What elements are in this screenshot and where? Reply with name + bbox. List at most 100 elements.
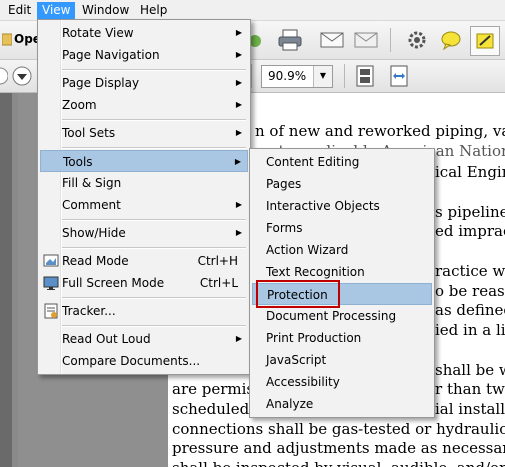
submenu-item-document-processing[interactable]: Document Processing [252,305,432,327]
mail-icon[interactable] [353,27,379,53]
menu-item-label: Tracker... [62,304,116,318]
document-line: ical Engine [435,163,505,181]
menu-item-label: Accessibility [266,375,340,389]
document-line: ial installat [435,400,505,418]
menu-separator [62,219,246,221]
menu-item-label: Interactive Objects [266,199,380,213]
submenu-arrow-icon: ▶ [235,78,242,87]
read-mode-icon [43,253,59,269]
menu-item-label: Read Mode [62,254,129,268]
submenu-arrow-icon: ▶ [235,228,242,237]
full-screen-icon [43,275,59,291]
submenu-arrow-icon: ▶ [235,128,242,137]
submenu-item-accessibility[interactable]: Accessibility [252,371,432,393]
menu-item-tools[interactable]: Tools ▶ [40,150,248,172]
menu-item-label: JavaScript [266,353,327,367]
menu-item-rotate-view[interactable]: Rotate View ▶ [40,22,248,44]
toolbar-divider [390,28,391,52]
submenu-item-content-editing[interactable]: Content Editing [252,151,432,173]
toolbar-divider [251,64,252,88]
menu-item-tool-sets[interactable]: Tool Sets ▶ [40,122,248,144]
fit-width-icon[interactable] [387,64,411,88]
document-line: ied in a list [435,321,505,339]
zoom-select[interactable]: 90.9% ▼ [261,65,333,88]
menu-item-label: Rotate View [62,26,134,40]
menu-bar: Edit View Window Help [0,0,505,21]
menu-item-read-out-loud[interactable]: Read Out Loud ▶ [40,328,248,350]
submenu-item-javascript[interactable]: JavaScript [252,349,432,371]
document-line: ed impractic [435,222,505,240]
menu-item-shortcut: Ctrl+L [199,276,238,290]
menu-separator [62,247,246,249]
document-line: ractice will [435,262,505,280]
menu-window[interactable]: Window [77,2,134,19]
menu-item-shortcut: Ctrl+H [197,254,238,268]
menu-edit[interactable]: Edit [3,2,36,19]
menu-item-page-display[interactable]: Page Display ▶ [40,72,248,94]
email-icon[interactable] [319,27,345,53]
submenu-item-analyze[interactable]: Analyze [252,393,432,415]
submenu-arrow-icon: ▶ [235,200,242,209]
submenu-item-forms[interactable]: Forms [252,217,432,239]
page-down-icon[interactable] [11,65,33,87]
tracker-icon [43,303,59,319]
menu-item-label: Tool Sets [62,126,116,140]
open-folder-icon[interactable] [1,30,13,48]
menu-item-label: Action Wizard [266,243,349,257]
comment-icon[interactable] [438,27,464,53]
menu-item-full-screen-mode[interactable]: Full Screen Mode Ctrl+L [40,272,248,294]
menu-item-label: Content Editing [266,155,360,169]
submenu-arrow-icon: ▶ [235,50,242,59]
menu-item-label: Read Out Loud [62,332,151,346]
document-line: pressure and adjustments made as necessa… [172,439,505,457]
menu-item-page-navigation[interactable]: Page Navigation ▶ [40,44,248,66]
menu-item-label: Forms [266,221,303,235]
submenu-arrow-icon: ▶ [235,28,242,37]
document-line: n of new and reworked piping, valves, p [255,122,505,140]
menu-item-tracker[interactable]: Tracker... [40,300,248,322]
menu-item-label: Fill & Sign [62,176,122,190]
menu-item-label: Pages [266,177,302,191]
submenu-arrow-icon: ▶ [235,100,242,109]
highlight-callout-box [256,280,340,308]
chevron-down-icon[interactable]: ▼ [313,66,332,87]
menu-item-read-mode[interactable]: Read Mode Ctrl+H [40,250,248,272]
zoom-value: 90.9% [268,69,307,83]
submenu-arrow-icon: ▶ [234,157,241,166]
fit-page-icon[interactable] [353,64,377,88]
menu-item-label: Compare Documents... [62,354,201,368]
menu-separator [62,147,246,149]
menu-separator [62,119,246,121]
submenu-item-pages[interactable]: Pages [252,173,432,195]
menu-item-zoom[interactable]: Zoom ▶ [40,94,248,116]
document-line: shall be inspected by visual, audible, a… [172,457,505,467]
submenu-item-print-production[interactable]: Print Production [252,327,432,349]
menu-item-comment[interactable]: Comment ▶ [40,194,248,216]
menu-item-show-hide[interactable]: Show/Hide ▶ [40,222,248,244]
submenu-item-action-wizard[interactable]: Action Wizard [252,239,432,261]
menu-item-label: Zoom [62,98,97,112]
menu-item-label: Page Navigation [62,48,160,62]
toolbar-divider [344,64,345,88]
menu-item-label: Show/Hide [62,226,126,240]
menu-separator [62,325,246,327]
menu-item-label: Analyze [266,397,314,411]
menu-item-label: Comment [62,198,121,212]
submenu-item-interactive-objects[interactable]: Interactive Objects [252,195,432,217]
submenu-arrow-icon: ▶ [235,334,242,343]
sign-icon[interactable] [470,26,500,56]
menu-help[interactable]: Help [135,2,172,19]
menu-item-label: Full Screen Mode [62,276,165,290]
print-icon[interactable] [277,27,303,53]
menu-separator [62,69,246,71]
menu-separator [62,297,246,299]
menu-view[interactable]: View [37,2,76,19]
menu-item-label: Document Processing [266,309,397,323]
gear-icon[interactable] [404,27,430,53]
menu-item-label: Print Production [266,331,362,345]
document-line: as defined [435,301,505,319]
page-up-icon[interactable] [0,66,9,86]
menu-item-compare-documents[interactable]: Compare Documents... [40,350,248,372]
menu-item-label: Page Display [62,76,140,90]
menu-item-fill-sign[interactable]: Fill & Sign [40,172,248,194]
